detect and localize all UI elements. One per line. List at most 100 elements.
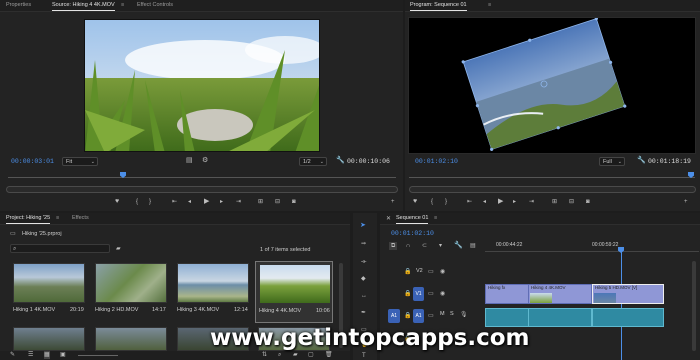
program-timecode[interactable]: 00:01:02:10 (415, 158, 458, 165)
step-forward-icon[interactable]: ▸ (220, 198, 223, 206)
tab-effects[interactable]: Effects (72, 215, 89, 221)
microphone-icon[interactable]: 🎙 (460, 311, 468, 319)
source-time-ruler[interactable] (8, 177, 396, 178)
pen-icon[interactable]: ✎ (10, 351, 15, 359)
project-clip-item[interactable]: Hiking 1 4K.MOV 20:19 (13, 263, 85, 321)
program-fit-select[interactable]: Full ⌄ (599, 157, 625, 166)
source-resolution-select[interactable]: 1/2 ⌄ (299, 157, 327, 166)
track-target-v1[interactable]: V1 (413, 287, 424, 301)
video-clip[interactable]: Hiking 5 HD.MOV [V] (592, 284, 664, 304)
play-icon[interactable]: ▶ (498, 198, 503, 206)
linked-selection-icon[interactable]: ⊂ (422, 242, 427, 250)
timeline-ruler[interactable] (485, 251, 699, 252)
go-to-in-icon[interactable]: ⇤ (172, 198, 177, 206)
toggle-output-icon[interactable]: ▭ (428, 268, 434, 276)
source-timecode-duration: 00:00:10:06 (347, 158, 390, 165)
lock-icon[interactable]: 🔒 (404, 290, 411, 298)
tab-project[interactable]: Project: Hiking '25 (6, 215, 51, 224)
timeline-playhead[interactable] (618, 247, 624, 253)
source-timecode-in[interactable]: 00:00:03:01 (11, 158, 54, 165)
step-back-icon[interactable]: ◂ (188, 198, 191, 206)
pen-tool-icon[interactable]: ✒ (361, 309, 366, 317)
go-to-out-icon[interactable]: ⇥ (529, 198, 534, 206)
overwrite-icon[interactable]: ⊟ (275, 198, 280, 206)
captions-icon[interactable]: ▤ (470, 242, 476, 250)
tab-effect-controls[interactable]: Effect Controls (137, 2, 173, 8)
audio-clip[interactable] (592, 308, 664, 327)
project-panel-menu-icon[interactable]: ≡ (56, 215, 59, 221)
mute-button[interactable]: M (440, 311, 445, 317)
program-zoom-scrollbar[interactable] (409, 186, 696, 193)
program-tabbar: Program: Sequence 01 ≡ (405, 0, 700, 12)
extract-icon[interactable]: ⊟ (569, 198, 574, 206)
mark-in-icon[interactable]: { (136, 198, 138, 206)
toggle-output-icon[interactable]: ▭ (428, 290, 434, 298)
razor-tool-icon[interactable]: ◆ (361, 275, 366, 283)
tab-source[interactable]: Source: Hiking 4 4K.MOV (52, 2, 115, 11)
lock-icon[interactable]: 🔒 (404, 312, 411, 320)
tab-properties[interactable]: Properties (6, 2, 31, 8)
camera-icon[interactable]: ◙ (586, 198, 590, 206)
close-icon[interactable]: ✕ (386, 215, 391, 223)
project-clip-item[interactable]: Hiking 3 4K.MOV 12:14 (177, 263, 249, 321)
audio-clip[interactable] (528, 308, 592, 327)
new-bin-icon[interactable]: ▰ (116, 245, 121, 253)
play-icon[interactable]: ▶ (204, 198, 209, 206)
freeform-view-icon[interactable]: ▣ (60, 351, 66, 359)
timeline-vertical-scrollbar[interactable] (692, 261, 696, 351)
ripple-edit-tool-icon[interactable]: ⟛ (361, 258, 366, 266)
solo-button[interactable]: S (450, 311, 454, 317)
eye-icon[interactable]: ◉ (440, 290, 445, 298)
camera-icon[interactable]: ◙ (292, 198, 296, 206)
mark-out-icon[interactable]: } (445, 198, 447, 206)
button-editor-icon[interactable]: + (391, 198, 395, 206)
clip-duration: 20:19 (70, 307, 84, 313)
source-panel-menu-icon[interactable]: ≡ (121, 2, 124, 8)
project-clip-item[interactable]: Hiking 2 HD.MOV 14:17 (95, 263, 167, 321)
program-panel-menu-icon[interactable]: ≡ (488, 2, 491, 8)
nest-icon[interactable]: ⧉ (389, 242, 398, 250)
button-editor-icon[interactable]: + (684, 198, 688, 206)
lock-icon[interactable]: 🔒 (404, 268, 411, 276)
settings-icon[interactable]: ⚙ (202, 157, 208, 165)
thumbnail-size-slider[interactable] (78, 355, 118, 356)
lift-icon[interactable]: ⊞ (552, 198, 557, 206)
list-view-icon[interactable]: ☰ (28, 351, 33, 359)
video-clip[interactable]: Hiking fx (485, 284, 529, 304)
timeline-playhead-line[interactable] (621, 249, 622, 360)
go-to-out-icon[interactable]: ⇥ (236, 198, 241, 206)
wrench-icon[interactable]: 🔧 (454, 242, 463, 250)
icon-view-icon[interactable]: ▦ (44, 351, 50, 359)
step-forward-icon[interactable]: ▸ (513, 198, 516, 206)
timeline-panel-menu-icon[interactable]: ≡ (434, 215, 437, 221)
project-clip-item[interactable] (13, 327, 85, 351)
eye-icon[interactable]: ◉ (440, 268, 445, 276)
program-time-ruler[interactable] (409, 177, 695, 178)
mark-in-icon[interactable]: { (431, 198, 433, 206)
video-clip[interactable]: Hiking 4 4K.MOV (528, 284, 592, 304)
project-search-input[interactable]: ⌕ (10, 244, 110, 253)
insert-icon[interactable]: ⊞ (258, 198, 263, 206)
wrench-icon[interactable]: 🔧 (637, 157, 646, 165)
sync-lock-icon[interactable]: ▭ (428, 312, 434, 320)
go-to-in-icon[interactable]: ⇤ (467, 198, 472, 206)
source-zoom-scrollbar[interactable] (6, 186, 398, 193)
snap-icon[interactable]: ∩ (406, 242, 410, 250)
slip-tool-icon[interactable]: ↔ (361, 292, 367, 300)
wrench-icon[interactable]: 🔧 (336, 157, 345, 165)
selection-tool-icon[interactable]: ➤ (360, 222, 366, 230)
marker-icon[interactable]: ♥ (413, 198, 417, 206)
step-back-icon[interactable]: ◂ (483, 198, 486, 206)
marker-icon[interactable]: ♥ (115, 198, 119, 206)
video-clip-label: Hiking (488, 285, 501, 290)
export-frame-icon[interactable]: ▤ (186, 157, 193, 165)
source-fit-select[interactable]: Fit ⌄ (62, 157, 98, 166)
mark-out-icon[interactable]: } (149, 198, 151, 206)
project-clip-item[interactable] (95, 327, 167, 351)
tab-sequence-01[interactable]: Sequence 01 (396, 215, 429, 224)
tab-program[interactable]: Program: Sequence 01 (410, 2, 467, 11)
track-select-tool-icon[interactable]: ⇛ (361, 240, 366, 248)
timeline-timecode[interactable]: 00:01:02:10 (391, 230, 434, 237)
project-clip-item-selected[interactable]: Hiking 4 4K.MOV 10:06 (255, 261, 333, 323)
add-marker-icon[interactable]: ▾ (439, 242, 442, 250)
